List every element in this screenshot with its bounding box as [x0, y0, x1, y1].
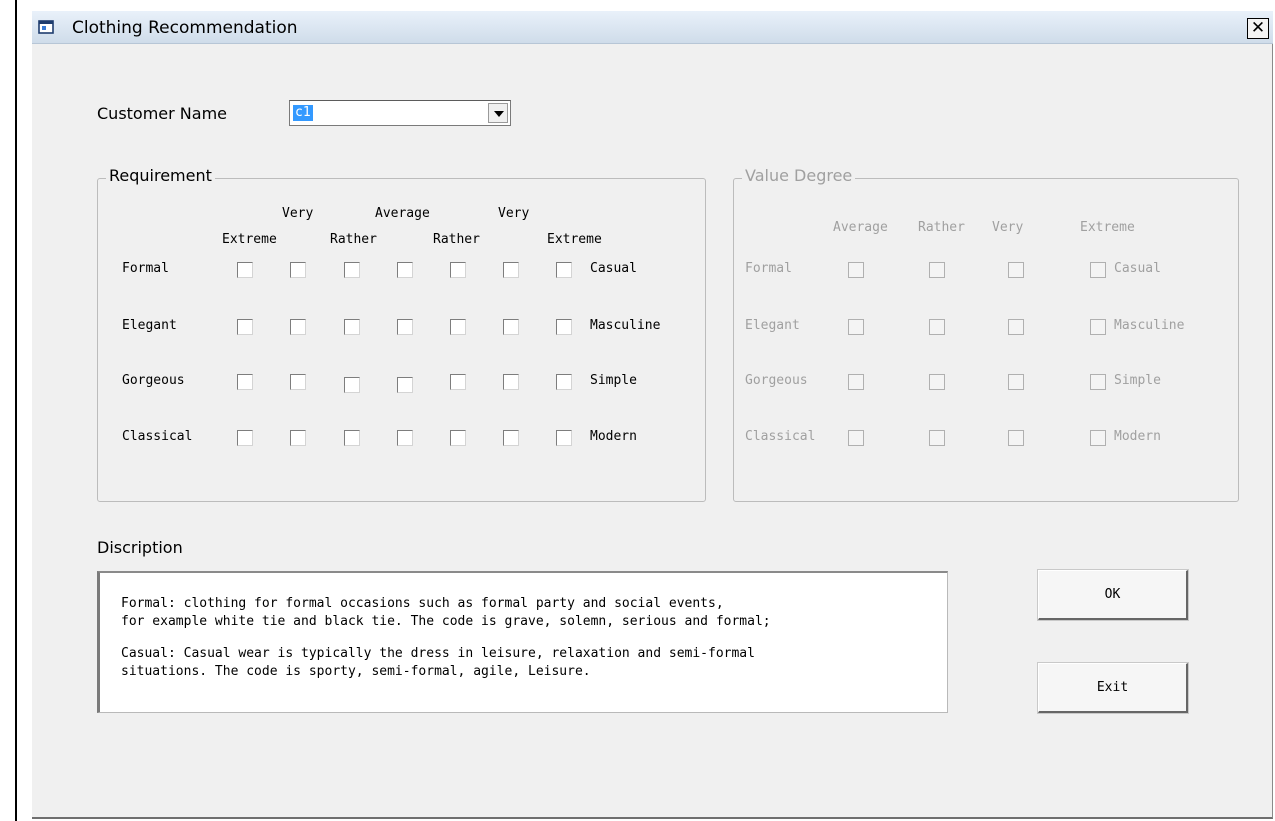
header-average: Average — [375, 206, 430, 221]
vd-header-rather: Rather — [918, 220, 965, 235]
vd-header-extreme: Extreme — [1080, 220, 1135, 235]
requirement-gorgeous-checkbox-4[interactable] — [397, 377, 413, 393]
requirement-formal-checkbox-4[interactable] — [397, 262, 413, 278]
requirement-classical-checkbox-1[interactable] — [237, 430, 253, 446]
dialog-window: Clothing Recommendation ✕ Customer Name … — [32, 11, 1273, 819]
value-degree-row-left-label: Elegant — [745, 318, 800, 333]
requirement-row-right-label: Modern — [590, 429, 637, 444]
value-degree-gorgeous-checkbox-4 — [1090, 374, 1106, 390]
description-label: Discription — [97, 538, 183, 557]
value-degree-elegant-checkbox-3 — [1008, 319, 1024, 335]
requirement-gorgeous-checkbox-5[interactable] — [450, 374, 466, 390]
requirement-elegant-checkbox-7[interactable] — [556, 319, 572, 335]
value-degree-formal-checkbox-4 — [1090, 262, 1106, 278]
requirement-formal-checkbox-3[interactable] — [344, 262, 360, 278]
description-line: Casual: Casual wear is typically the dre… — [121, 646, 755, 661]
left-border-line — [15, 0, 17, 821]
requirement-classical-checkbox-6[interactable] — [503, 430, 519, 446]
customer-name-dropdown[interactable]: c1 — [289, 100, 511, 126]
requirement-row-left-label: Classical — [122, 429, 193, 444]
requirement-row-right-label: Casual — [590, 261, 637, 276]
header-very-right: Very — [498, 206, 530, 221]
requirement-classical-checkbox-7[interactable] — [556, 430, 572, 446]
value-degree-elegant-checkbox-1 — [848, 319, 864, 335]
requirement-formal-checkbox-1[interactable] — [237, 262, 253, 278]
value-degree-gorgeous-checkbox-2 — [929, 374, 945, 390]
ok-button[interactable]: OK — [1037, 569, 1189, 621]
requirement-formal-checkbox-5[interactable] — [450, 262, 466, 278]
vd-header-very: Very — [992, 220, 1024, 235]
requirement-row-right-label: Simple — [590, 373, 637, 388]
requirement-gorgeous-checkbox-6[interactable] — [503, 374, 519, 390]
value-degree-classical-checkbox-2 — [929, 430, 945, 446]
close-icon: ✕ — [1250, 18, 1266, 38]
value-degree-row-left-label: Gorgeous — [745, 373, 808, 388]
requirement-classical-checkbox-3[interactable] — [344, 430, 360, 446]
close-button[interactable]: ✕ — [1247, 18, 1269, 39]
description-line: Formal: clothing for formal occasions su… — [121, 596, 724, 611]
requirement-row-right-label: Masculine — [590, 318, 661, 333]
value-degree-row-right-label: Masculine — [1114, 318, 1185, 333]
requirement-classical-checkbox-2[interactable] — [290, 430, 306, 446]
value-degree-gorgeous-checkbox-3 — [1008, 374, 1024, 390]
requirement-row-left-label: Formal — [122, 261, 169, 276]
value-degree-group: Value Degree — [733, 166, 1239, 502]
header-extreme-left: Extreme — [222, 232, 277, 247]
value-degree-row-left-label: Classical — [745, 429, 816, 444]
requirement-group: Requirement — [97, 166, 706, 502]
requirement-classical-checkbox-4[interactable] — [397, 430, 413, 446]
requirement-formal-checkbox-6[interactable] — [503, 262, 519, 278]
description-textbox[interactable]: Formal: clothing for formal occasions su… — [97, 571, 948, 713]
title-bar[interactable]: Clothing Recommendation ✕ — [32, 11, 1273, 44]
value-degree-group-label: Value Degree — [742, 166, 856, 185]
requirement-row-left-label: Gorgeous — [122, 373, 185, 388]
value-degree-formal-checkbox-1 — [848, 262, 864, 278]
header-rather-left: Rather — [330, 232, 377, 247]
requirement-gorgeous-checkbox-7[interactable] — [556, 374, 572, 390]
requirement-group-label: Requirement — [106, 166, 215, 185]
window-app-icon — [38, 20, 54, 34]
value-degree-formal-checkbox-2 — [929, 262, 945, 278]
value-degree-classical-checkbox-4 — [1090, 430, 1106, 446]
window-title: Clothing Recommendation — [72, 18, 298, 38]
value-degree-row-right-label: Simple — [1114, 373, 1161, 388]
requirement-formal-checkbox-2[interactable] — [290, 262, 306, 278]
description-line: for example white tie and black tie. The… — [121, 614, 771, 629]
value-degree-gorgeous-checkbox-1 — [848, 374, 864, 390]
value-degree-formal-checkbox-3 — [1008, 262, 1024, 278]
requirement-elegant-checkbox-6[interactable] — [503, 319, 519, 335]
description-line: situations. The code is sporty, semi-for… — [121, 664, 591, 679]
header-very-left: Very — [282, 206, 314, 221]
requirement-elegant-checkbox-5[interactable] — [450, 319, 466, 335]
requirement-elegant-checkbox-1[interactable] — [237, 319, 253, 335]
value-degree-classical-checkbox-1 — [848, 430, 864, 446]
requirement-elegant-checkbox-4[interactable] — [397, 319, 413, 335]
customer-name-value: c1 — [293, 105, 313, 121]
header-extreme-right: Extreme — [547, 232, 602, 247]
value-degree-row-left-label: Formal — [745, 261, 792, 276]
customer-name-label: Customer Name — [97, 104, 228, 123]
header-rather-right: Rather — [433, 232, 480, 247]
value-degree-row-right-label: Casual — [1114, 261, 1161, 276]
requirement-classical-checkbox-5[interactable] — [450, 430, 466, 446]
chevron-down-icon[interactable] — [488, 103, 508, 123]
value-degree-row-right-label: Modern — [1114, 429, 1161, 444]
requirement-gorgeous-checkbox-3[interactable] — [344, 377, 360, 393]
value-degree-elegant-checkbox-4 — [1090, 319, 1106, 335]
requirement-gorgeous-checkbox-2[interactable] — [290, 374, 306, 390]
requirement-elegant-checkbox-2[interactable] — [290, 319, 306, 335]
requirement-gorgeous-checkbox-1[interactable] — [237, 374, 253, 390]
exit-button[interactable]: Exit — [1037, 662, 1189, 714]
requirement-row-left-label: Elegant — [122, 318, 177, 333]
requirement-formal-checkbox-7[interactable] — [556, 262, 572, 278]
value-degree-elegant-checkbox-2 — [929, 319, 945, 335]
requirement-elegant-checkbox-3[interactable] — [344, 319, 360, 335]
value-degree-classical-checkbox-3 — [1008, 430, 1024, 446]
vd-header-average: Average — [833, 220, 888, 235]
